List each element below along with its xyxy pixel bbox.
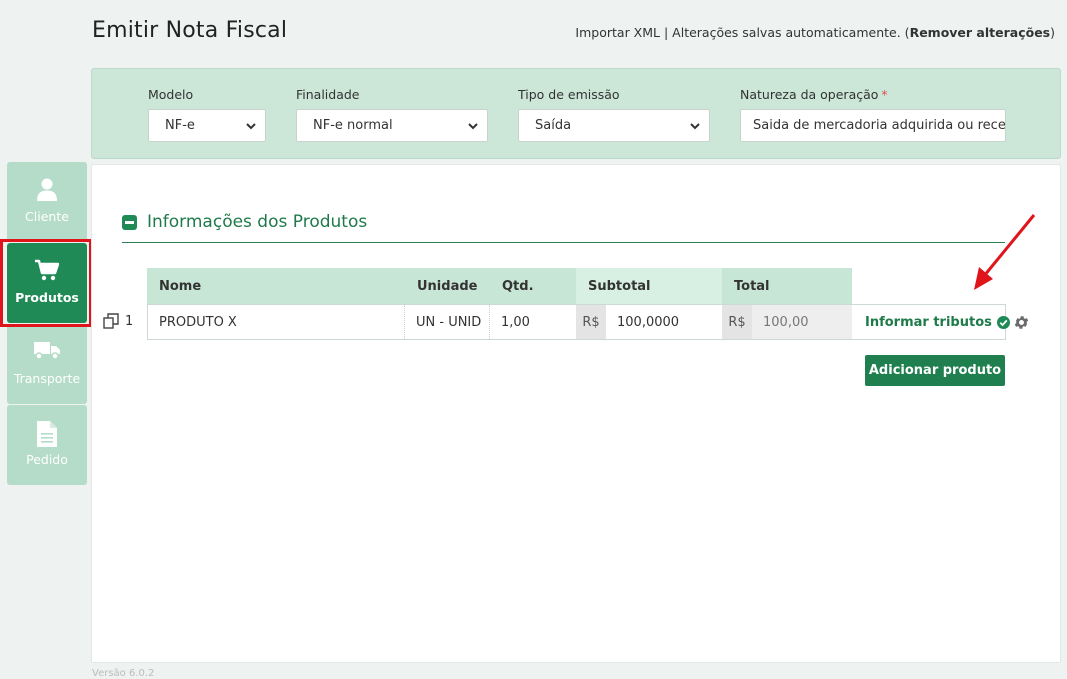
tipo-emissao-label: Tipo de emissão [518, 87, 620, 102]
column-header-subtotal: Subtotal [576, 268, 722, 304]
remove-changes-link[interactable]: Remover alterações [910, 25, 1051, 40]
natureza-value: Saida de mercadoria adquirida ou recel [753, 118, 1006, 133]
document-icon [7, 421, 87, 447]
modelo-select[interactable]: NF-e [148, 109, 266, 142]
subtotal-input[interactable]: 100,0000 [606, 305, 722, 339]
column-header-unidade: Unidade [405, 268, 490, 304]
copy-icon[interactable] [103, 313, 121, 329]
add-product-button[interactable]: Adicionar produto [865, 355, 1005, 386]
quantity-input[interactable]: 1,00 [490, 305, 576, 339]
modelo-field: Modelo NF-e [148, 87, 266, 142]
top-links: Importar XML | Alterações salvas automat… [575, 25, 1055, 40]
user-icon [7, 178, 87, 202]
subtotal-currency: R$ [576, 305, 606, 339]
finalidade-label: Finalidade [296, 87, 360, 102]
column-header-nome: Nome [147, 268, 405, 304]
inform-taxes-label: Informar tributos [865, 314, 992, 330]
check-circle-icon [996, 315, 1010, 329]
sidebar-item-pedido[interactable]: Pedido [7, 405, 87, 485]
section-title: Informações dos Produtos [147, 212, 368, 232]
sidebar-item-cliente[interactable]: Cliente [7, 162, 87, 242]
tipo-emissao-value: Saída [535, 118, 572, 133]
chevron-down-icon [246, 123, 256, 130]
inform-taxes-link[interactable]: Informar tributos [865, 305, 1010, 339]
column-header-total: Total [722, 268, 852, 304]
annotation-arrow-icon [974, 214, 1036, 290]
finalidade-field: Finalidade NF-e normal [296, 87, 488, 142]
link-separator: | [660, 25, 673, 40]
page-title: Emitir Nota Fiscal [92, 18, 288, 43]
column-header-qtd: Qtd. [490, 268, 576, 304]
natureza-label: Natureza da operação * [740, 87, 1006, 102]
sidebar-item-produtos[interactable]: Produtos [7, 243, 87, 323]
autosave-status: Alterações salvas automaticamente. ( [672, 25, 910, 40]
tipo-emissao-field: Tipo de emissão Saída [518, 87, 710, 142]
modelo-label: Modelo [148, 87, 194, 102]
cart-icon [7, 259, 87, 283]
unit-input[interactable]: UN - UNID [405, 305, 490, 339]
sidebar-item-label: Transporte [13, 371, 81, 386]
total-value: 100,00 [752, 305, 852, 339]
product-name-input[interactable]: PRODUTO X [148, 305, 405, 339]
natureza-field: Natureza da operação * Saida de mercadori… [740, 87, 1006, 142]
collapse-icon[interactable] [122, 215, 137, 230]
sidebar-item-label: Pedido [26, 452, 68, 467]
version-text: Versão 6.0.2 [92, 668, 155, 679]
required-mark: * [881, 87, 888, 102]
import-xml-link[interactable]: Importar XML [575, 25, 660, 40]
sidebar-item-label: Cliente [25, 209, 69, 224]
sidebar-item-transporte[interactable]: Transporte [7, 324, 87, 404]
modelo-value: NF-e [165, 118, 195, 133]
natureza-input[interactable]: Saida de mercadoria adquirida ou recel [740, 109, 1006, 142]
truck-icon [7, 340, 87, 364]
total-currency: R$ [722, 305, 752, 339]
row-index: 1 [103, 313, 133, 329]
row-number: 1 [125, 313, 134, 329]
close-paren: ) [1050, 25, 1055, 40]
tipo-emissao-select[interactable]: Saída [518, 109, 710, 142]
natureza-label-text: Natureza da operação [740, 87, 879, 102]
sidebar-item-label: Produtos [15, 290, 79, 305]
finalidade-value: NF-e normal [313, 118, 393, 133]
nota-header-panel: Modelo NF-e Finalidade NF-e normal Tipo … [91, 68, 1061, 159]
products-section-header: Informações dos Produtos [122, 212, 1005, 243]
gear-icon[interactable] [1013, 314, 1030, 331]
chevron-down-icon [468, 123, 478, 130]
finalidade-select[interactable]: NF-e normal [296, 109, 488, 142]
chevron-down-icon [690, 123, 700, 130]
